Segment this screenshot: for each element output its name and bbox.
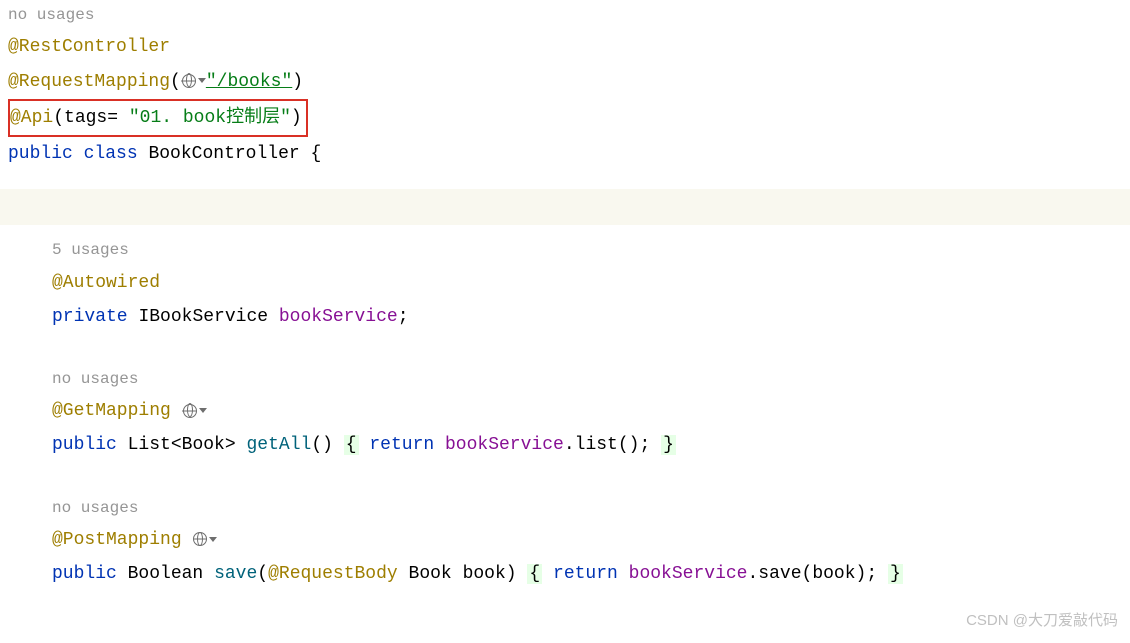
watermark: CSDN @大刀爱敲代码 — [966, 607, 1118, 636]
chevron-down-icon[interactable] — [199, 408, 207, 413]
open-paren: ( — [170, 72, 181, 92]
semicolon: ; — [866, 564, 877, 584]
open-paren: ( — [802, 564, 813, 584]
close-paren: ) — [506, 564, 517, 584]
open-brace-folded[interactable]: { — [344, 435, 359, 455]
method-getall: getAll — [247, 435, 312, 455]
code-editor[interactable]: no usages @RestController @RequestMappin… — [0, 0, 1130, 591]
code-line-highlighted[interactable]: @Api(tags= "01. book控制层") — [0, 99, 1130, 137]
usage-hint: no usages — [0, 364, 1130, 394]
method-save: save — [214, 564, 257, 584]
type-name: IBookService — [138, 307, 268, 327]
keyword-public: public — [52, 435, 117, 455]
param-name: tags — [64, 108, 107, 128]
lt: < — [171, 435, 182, 455]
usage-hint: no usages — [0, 493, 1130, 523]
arg-book: book — [812, 564, 855, 584]
annotation-api: @Api — [10, 108, 53, 128]
code-line[interactable]: @RequestMapping( "/books") — [0, 65, 1130, 99]
close-brace-folded[interactable]: } — [888, 564, 903, 584]
code-line[interactable]: public Boolean save(@RequestBody Book bo… — [0, 557, 1130, 591]
code-line[interactable]: @PostMapping — [0, 523, 1130, 557]
chevron-down-icon[interactable] — [198, 78, 206, 83]
annotation-getmapping: @GetMapping — [52, 401, 171, 421]
gt: > — [225, 435, 236, 455]
open-brace-folded[interactable]: { — [527, 564, 542, 584]
close-paren: ) — [629, 435, 640, 455]
code-line[interactable]: private IBookService bookService; — [0, 300, 1130, 334]
annotation-autowired: @Autowired — [52, 273, 160, 293]
field-ref: bookService — [629, 564, 748, 584]
param-book: book — [463, 564, 506, 584]
open-paren: ( — [53, 108, 64, 128]
method-call-list: list — [575, 435, 618, 455]
close-paren: ) — [292, 72, 303, 92]
field-name: bookService — [279, 307, 398, 327]
blank-line — [0, 334, 1130, 364]
type-boolean: Boolean — [128, 564, 204, 584]
type-list: List — [128, 435, 171, 455]
open-paren: ( — [257, 564, 268, 584]
field-ref: bookService — [445, 435, 564, 455]
blank-line — [0, 463, 1130, 493]
dot: . — [747, 564, 758, 584]
usage-hint: no usages — [0, 0, 1130, 30]
code-line[interactable]: public List<Book> getAll() { return book… — [0, 428, 1130, 462]
annotation-postmapping: @PostMapping — [52, 530, 182, 550]
usage-hint: 5 usages — [0, 235, 1130, 265]
dot: . — [564, 435, 575, 455]
string-literal: "01. book控制层" — [129, 108, 291, 128]
code-line[interactable]: @Autowired — [0, 266, 1130, 300]
close-paren: ) — [856, 564, 867, 584]
separator-band — [0, 189, 1130, 225]
open-paren: ( — [618, 435, 629, 455]
globe-icon[interactable] — [182, 74, 196, 88]
keyword-public: public — [8, 144, 73, 164]
keyword-class: class — [84, 144, 138, 164]
code-line[interactable]: public class BookController { — [0, 137, 1130, 171]
open-brace: { — [311, 144, 322, 164]
method-call-save: save — [758, 564, 801, 584]
keyword-public: public — [52, 564, 117, 584]
highlight-box: @Api(tags= "01. book控制层") — [8, 99, 308, 137]
class-name: BookController — [148, 144, 299, 164]
annotation-requestbody: @RequestBody — [268, 564, 398, 584]
close-paren: ) — [322, 435, 333, 455]
semicolon: ; — [639, 435, 650, 455]
open-paren: ( — [311, 435, 322, 455]
keyword-return: return — [553, 564, 618, 584]
code-line[interactable]: @RestController — [0, 30, 1130, 64]
keyword-return: return — [369, 435, 434, 455]
code-line[interactable]: @GetMapping — [0, 394, 1130, 428]
annotation-restcontroller: @RestController — [8, 37, 170, 57]
chevron-down-icon[interactable] — [209, 537, 217, 542]
close-paren: ) — [291, 108, 302, 128]
close-brace-folded[interactable]: } — [661, 435, 676, 455]
globe-icon[interactable] — [183, 404, 197, 418]
globe-icon[interactable] — [193, 532, 207, 546]
string-link[interactable]: "/books" — [206, 72, 292, 92]
type-book: Book — [182, 435, 225, 455]
semicolon: ; — [398, 307, 409, 327]
keyword-private: private — [52, 307, 128, 327]
type-book: Book — [409, 564, 452, 584]
annotation-requestmapping: @RequestMapping — [8, 72, 170, 92]
equals: = — [107, 108, 129, 128]
